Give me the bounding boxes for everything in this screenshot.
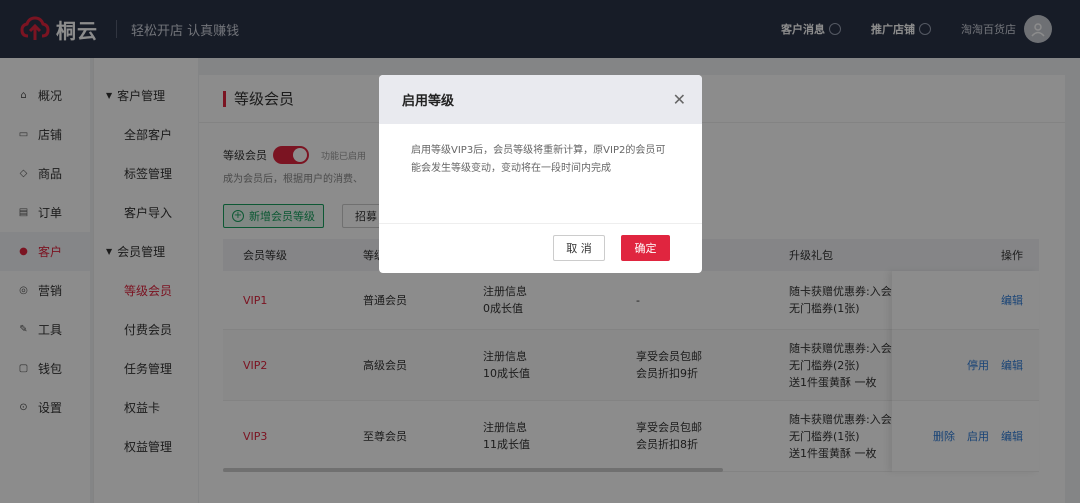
confirm-button[interactable]: 确定 [621, 235, 670, 261]
enable-level-dialog: 启用等级 ✕ 启用等级VIP3后，会员等级将重新计算，原VIP2的会员可能会发生… [379, 75, 702, 273]
close-icon[interactable]: ✕ [673, 90, 686, 109]
cancel-button[interactable]: 取 消 [553, 235, 605, 261]
dialog-footer: 取 消 确定 [379, 224, 702, 261]
dialog-header: 启用等级 ✕ [379, 75, 702, 124]
dialog-title: 启用等级 [402, 94, 455, 109]
dialog-body: 启用等级VIP3后，会员等级将重新计算，原VIP2的会员可能会发生等级变动，变动… [379, 124, 702, 224]
